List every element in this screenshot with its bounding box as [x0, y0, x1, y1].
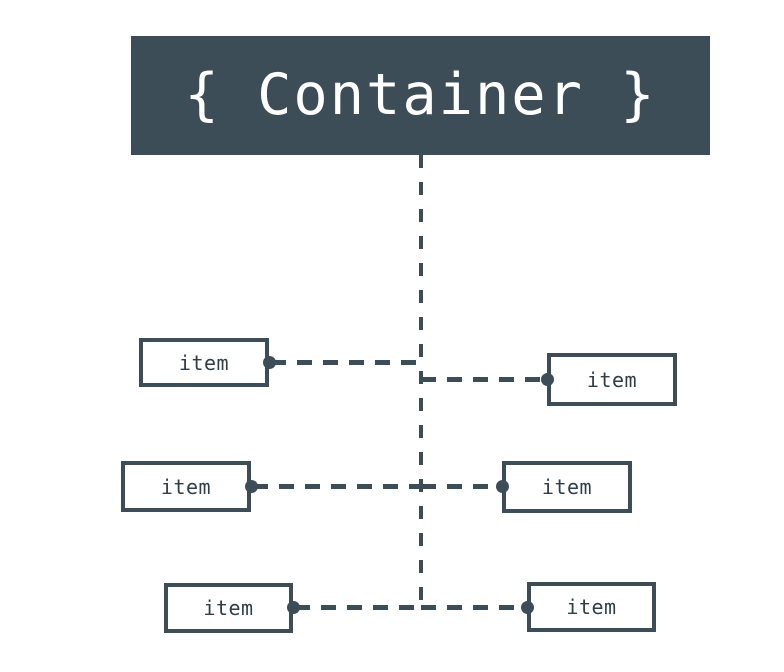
item-label: item [160, 474, 212, 499]
connector-line-right-2 [421, 484, 500, 489]
connector-line-left-3 [295, 605, 421, 610]
item-box-right-1[interactable]: item [547, 353, 677, 406]
container-title: { Container } [184, 62, 657, 128]
connector-line-left-2 [253, 484, 421, 489]
item-box-right-2[interactable]: item [502, 461, 632, 513]
connector-line-right-1 [421, 377, 545, 382]
item-box-right-3[interactable]: item [527, 582, 656, 632]
item-label: item [203, 596, 254, 620]
item-label: item [178, 350, 230, 375]
connector-dot-right-3 [521, 601, 534, 614]
item-label: item [566, 595, 617, 619]
connector-dot-right-2 [496, 480, 509, 493]
connector-line-right-3 [421, 605, 525, 610]
item-box-left-2[interactable]: item [121, 461, 251, 512]
connector-line-left-1 [271, 360, 421, 365]
connector-dot-right-1 [541, 373, 554, 386]
vertical-dashed-spine [419, 155, 423, 610]
item-label: item [541, 475, 593, 499]
diagram-canvas: { Container } item item item item item i… [0, 0, 784, 672]
container-node[interactable]: { Container } [131, 36, 710, 155]
item-label: item [586, 367, 638, 392]
item-box-left-3[interactable]: item [164, 583, 293, 633]
item-box-left-1[interactable]: item [139, 338, 269, 387]
